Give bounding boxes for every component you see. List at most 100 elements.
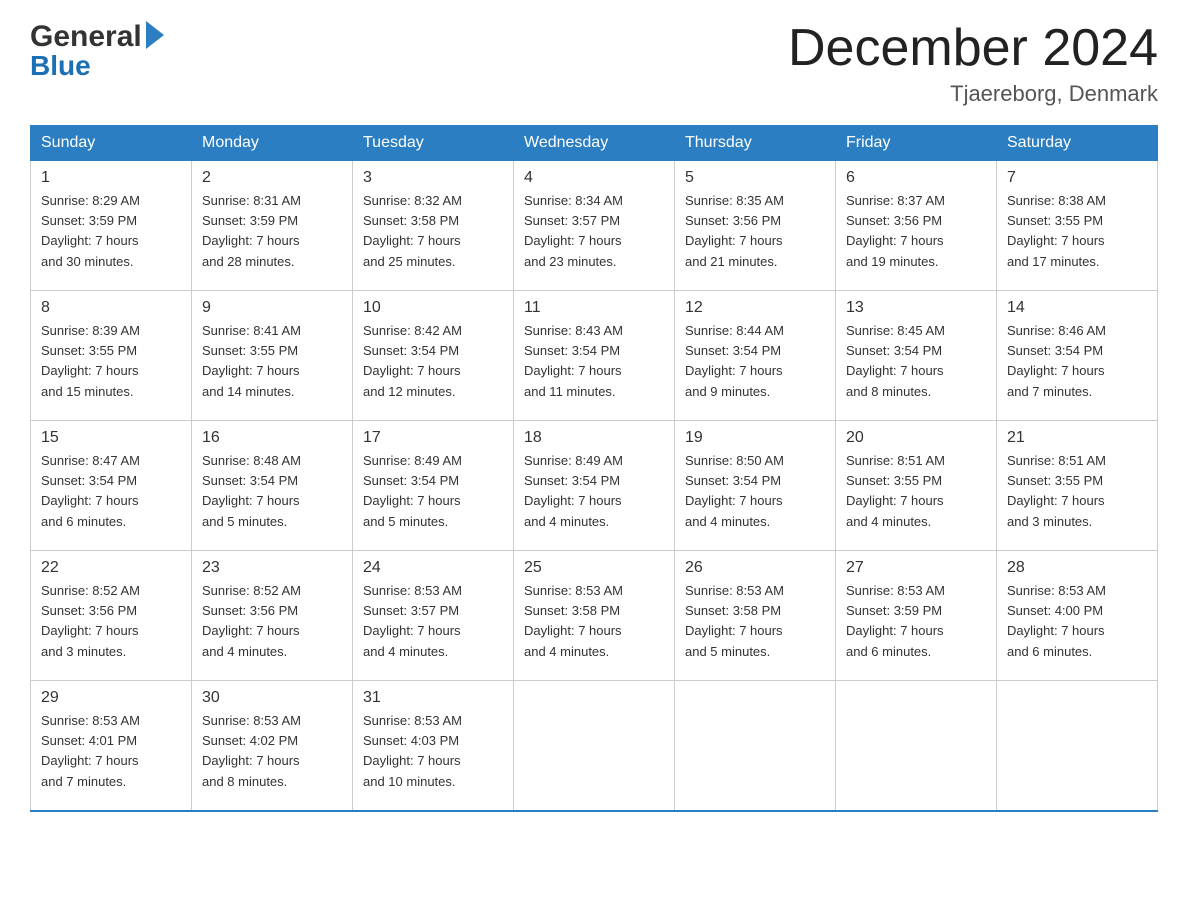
calendar-cell: 10Sunrise: 8:42 AMSunset: 3:54 PMDayligh…: [353, 291, 514, 421]
day-number: 13: [846, 299, 986, 317]
day-number: 9: [202, 299, 342, 317]
day-info: Sunrise: 8:51 AMSunset: 3:55 PMDaylight:…: [846, 451, 986, 532]
day-number: 23: [202, 559, 342, 577]
calendar-cell: 17 Sunrise: 8:49 AMSunset: 3:54 PMDayligh…: [353, 421, 514, 551]
calendar-cell: 30Sunrise: 8:53 AMSunset: 4:02 PMDayligh…: [192, 681, 353, 811]
calendar-cell: 31Sunrise: 8:53 AMSunset: 4:03 PMDayligh…: [353, 681, 514, 811]
page-header: General Blue December 2024 Tjaereborg, D…: [30, 20, 1158, 107]
day-number: 17: [363, 429, 503, 447]
calendar-cell: 7Sunrise: 8:38 AMSunset: 3:55 PMDaylight…: [997, 161, 1158, 291]
day-number: 29: [41, 689, 181, 707]
day-info: Sunrise: 8:47 AMSunset: 3:54 PMDaylight:…: [41, 451, 181, 532]
calendar-cell: [836, 681, 997, 811]
day-info: Sunrise: 8:53 AMSunset: 3:58 PMDaylight:…: [524, 581, 664, 662]
logo: General Blue: [30, 20, 164, 82]
day-number: 10: [363, 299, 503, 317]
col-header-thursday: Thursday: [675, 126, 836, 161]
calendar-cell: 14 Sunrise: 8:46 AMSunset: 3:54 PMDayligh…: [997, 291, 1158, 421]
calendar-cell: [997, 681, 1158, 811]
logo-general-text: General: [30, 20, 142, 54]
day-number: 22: [41, 559, 181, 577]
day-info: Sunrise: 8:39 AMSunset: 3:55 PMDaylight:…: [41, 321, 181, 402]
day-number: 8: [41, 299, 181, 317]
day-info: Sunrise: 8:32 AMSunset: 3:58 PMDaylight:…: [363, 191, 503, 272]
week-row-3: 15 Sunrise: 8:47 AMSunset: 3:54 PMDayligh…: [31, 421, 1158, 551]
day-number: 2: [202, 169, 342, 187]
col-header-wednesday: Wednesday: [514, 126, 675, 161]
calendar-cell: 11Sunrise: 8:43 AMSunset: 3:54 PMDayligh…: [514, 291, 675, 421]
calendar-cell: 16 Sunrise: 8:48 AMSunset: 3:54 PMDayligh…: [192, 421, 353, 551]
day-info: Sunrise: 8:51 AMSunset: 3:55 PMDaylight:…: [1007, 451, 1147, 532]
week-row-1: 1Sunrise: 8:29 AMSunset: 3:59 PMDaylight…: [31, 161, 1158, 291]
day-info: Sunrise: 8:53 AMSunset: 4:01 PMDaylight:…: [41, 711, 181, 792]
calendar-cell: 29 Sunrise: 8:53 AMSunset: 4:01 PMDayligh…: [31, 681, 192, 811]
calendar-cell: 9 Sunrise: 8:41 AMSunset: 3:55 PMDaylight…: [192, 291, 353, 421]
calendar-cell: 5 Sunrise: 8:35 AMSunset: 3:56 PMDaylight…: [675, 161, 836, 291]
day-number: 20: [846, 429, 986, 447]
calendar-cell: 3 Sunrise: 8:32 AMSunset: 3:58 PMDaylight…: [353, 161, 514, 291]
day-info: Sunrise: 8:50 AMSunset: 3:54 PMDaylight:…: [685, 451, 825, 532]
day-info: Sunrise: 8:53 AMSunset: 3:57 PMDaylight:…: [363, 581, 503, 662]
day-info: Sunrise: 8:52 AMSunset: 3:56 PMDaylight:…: [41, 581, 181, 662]
calendar-cell: 13Sunrise: 8:45 AMSunset: 3:54 PMDayligh…: [836, 291, 997, 421]
day-number: 28: [1007, 559, 1147, 577]
day-info: Sunrise: 8:49 AMSunset: 3:54 PMDaylight:…: [524, 451, 664, 532]
col-header-monday: Monday: [192, 126, 353, 161]
week-row-2: 8 Sunrise: 8:39 AMSunset: 3:55 PMDaylight…: [31, 291, 1158, 421]
day-number: 14: [1007, 299, 1147, 317]
logo-arrow-icon: [146, 21, 164, 49]
calendar-cell: 23 Sunrise: 8:52 AMSunset: 3:56 PMDayligh…: [192, 551, 353, 681]
logo-blue-text: Blue: [30, 50, 91, 82]
day-info: Sunrise: 8:35 AMSunset: 3:56 PMDaylight:…: [685, 191, 825, 272]
day-number: 16: [202, 429, 342, 447]
title-block: December 2024 Tjaereborg, Denmark: [788, 20, 1158, 107]
calendar-cell: 1Sunrise: 8:29 AMSunset: 3:59 PMDaylight…: [31, 161, 192, 291]
day-info: Sunrise: 8:53 AMSunset: 3:59 PMDaylight:…: [846, 581, 986, 662]
calendar-cell: 8 Sunrise: 8:39 AMSunset: 3:55 PMDaylight…: [31, 291, 192, 421]
day-info: Sunrise: 8:49 AMSunset: 3:54 PMDaylight:…: [363, 451, 503, 532]
day-info: Sunrise: 8:46 AMSunset: 3:54 PMDaylight:…: [1007, 321, 1147, 402]
col-header-friday: Friday: [836, 126, 997, 161]
calendar-cell: 15 Sunrise: 8:47 AMSunset: 3:54 PMDayligh…: [31, 421, 192, 551]
day-number: 5: [685, 169, 825, 187]
location-label: Tjaereborg, Denmark: [788, 81, 1158, 107]
day-info: Sunrise: 8:48 AMSunset: 3:54 PMDaylight:…: [202, 451, 342, 532]
day-number: 12: [685, 299, 825, 317]
day-number: 7: [1007, 169, 1147, 187]
day-number: 6: [846, 169, 986, 187]
day-number: 3: [363, 169, 503, 187]
day-info: Sunrise: 8:43 AMSunset: 3:54 PMDaylight:…: [524, 321, 664, 402]
day-number: 26: [685, 559, 825, 577]
day-info: Sunrise: 8:41 AMSunset: 3:55 PMDaylight:…: [202, 321, 342, 402]
calendar-cell: 2 Sunrise: 8:31 AMSunset: 3:59 PMDaylight…: [192, 161, 353, 291]
day-number: 25: [524, 559, 664, 577]
day-info: Sunrise: 8:52 AMSunset: 3:56 PMDaylight:…: [202, 581, 342, 662]
calendar-cell: 28 Sunrise: 8:53 AMSunset: 4:00 PMDayligh…: [997, 551, 1158, 681]
header-row: SundayMondayTuesdayWednesdayThursdayFrid…: [31, 126, 1158, 161]
col-header-saturday: Saturday: [997, 126, 1158, 161]
day-info: Sunrise: 8:31 AMSunset: 3:59 PMDaylight:…: [202, 191, 342, 272]
day-info: Sunrise: 8:53 AMSunset: 4:00 PMDaylight:…: [1007, 581, 1147, 662]
calendar-cell: 18 Sunrise: 8:49 AMSunset: 3:54 PMDayligh…: [514, 421, 675, 551]
day-number: 30: [202, 689, 342, 707]
day-number: 27: [846, 559, 986, 577]
day-number: 24: [363, 559, 503, 577]
day-number: 15: [41, 429, 181, 447]
calendar-cell: 26Sunrise: 8:53 AMSunset: 3:58 PMDayligh…: [675, 551, 836, 681]
calendar-cell: 25 Sunrise: 8:53 AMSunset: 3:58 PMDayligh…: [514, 551, 675, 681]
week-row-4: 22 Sunrise: 8:52 AMSunset: 3:56 PMDayligh…: [31, 551, 1158, 681]
calendar-cell: 4 Sunrise: 8:34 AMSunset: 3:57 PMDaylight…: [514, 161, 675, 291]
day-number: 1: [41, 169, 181, 187]
calendar-cell: 21 Sunrise: 8:51 AMSunset: 3:55 PMDayligh…: [997, 421, 1158, 551]
calendar-cell: 12 Sunrise: 8:44 AMSunset: 3:54 PMDayligh…: [675, 291, 836, 421]
month-title: December 2024: [788, 20, 1158, 77]
week-row-5: 29 Sunrise: 8:53 AMSunset: 4:01 PMDayligh…: [31, 681, 1158, 811]
day-info: Sunrise: 8:44 AMSunset: 3:54 PMDaylight:…: [685, 321, 825, 402]
day-number: 4: [524, 169, 664, 187]
day-number: 18: [524, 429, 664, 447]
day-info: Sunrise: 8:34 AMSunset: 3:57 PMDaylight:…: [524, 191, 664, 272]
calendar-cell: 19Sunrise: 8:50 AMSunset: 3:54 PMDayligh…: [675, 421, 836, 551]
day-number: 21: [1007, 429, 1147, 447]
day-info: Sunrise: 8:53 AMSunset: 4:03 PMDaylight:…: [363, 711, 503, 792]
calendar-cell: 27 Sunrise: 8:53 AMSunset: 3:59 PMDayligh…: [836, 551, 997, 681]
